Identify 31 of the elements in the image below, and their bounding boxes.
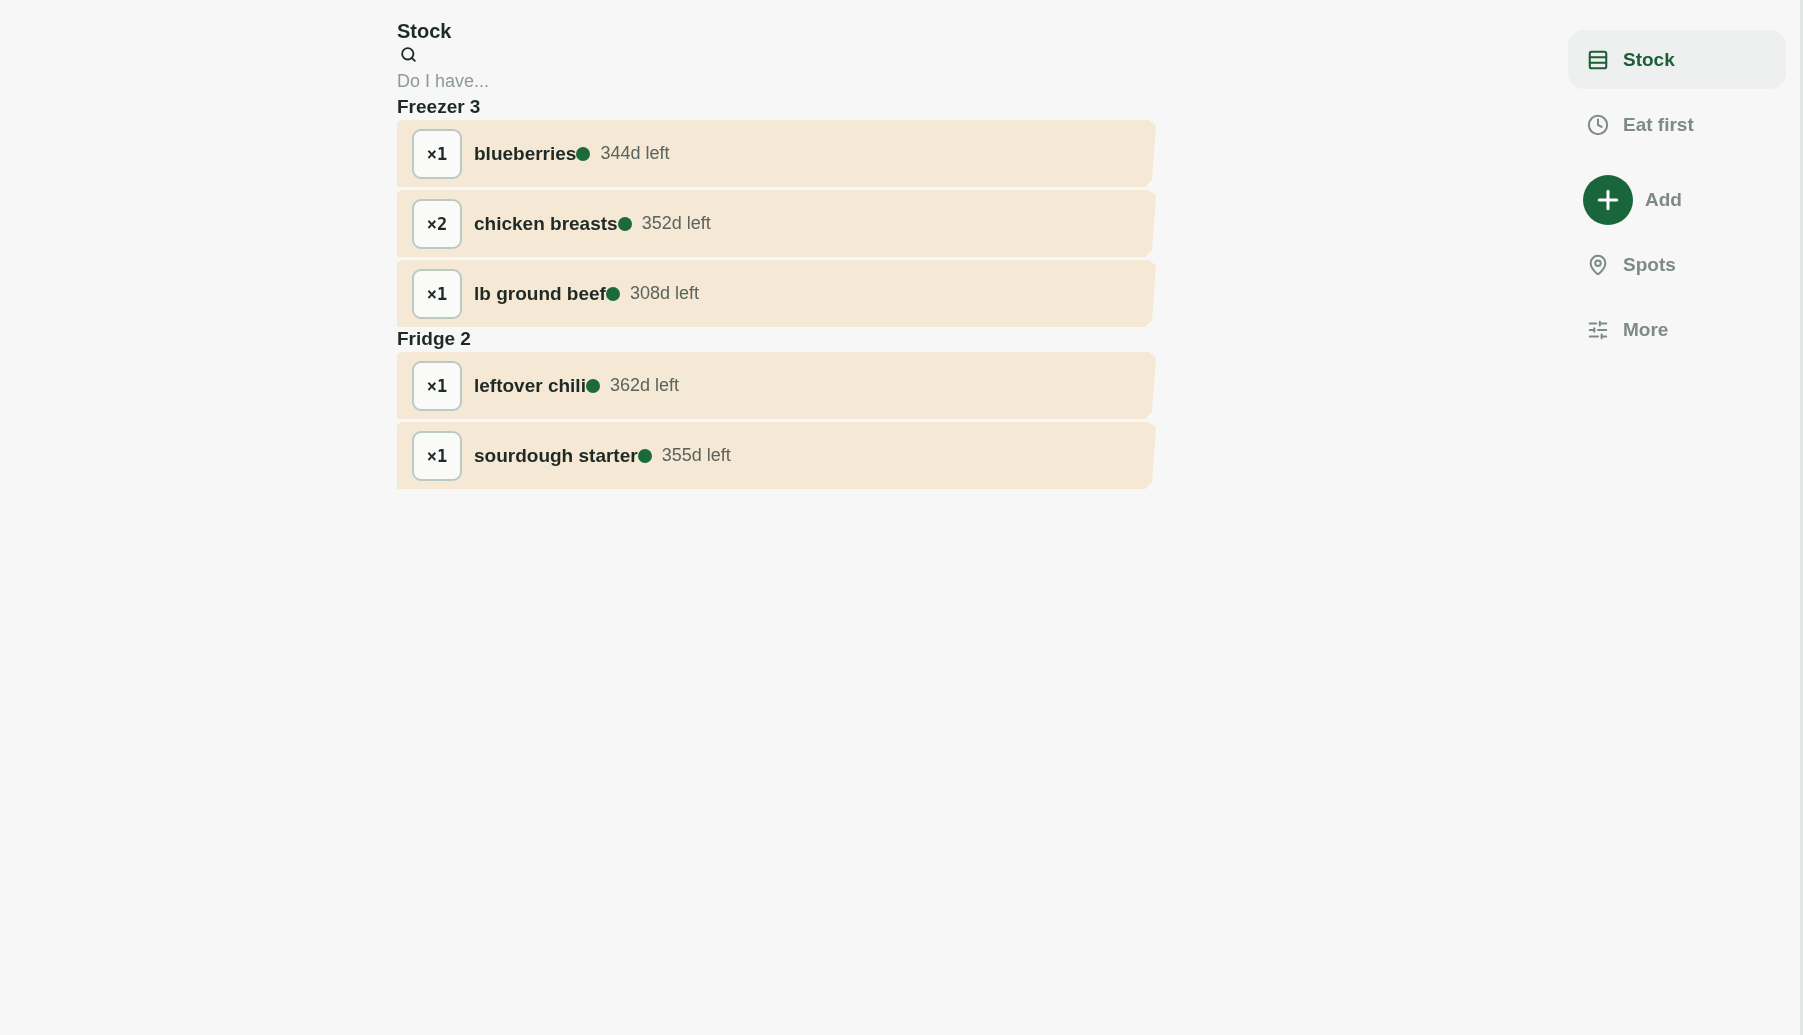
days-left: 355d left (661, 445, 731, 466)
item-name: chicken breasts (474, 212, 618, 235)
quantity-count: ×1 (412, 128, 462, 179)
quantity-count: ×1 (412, 360, 462, 411)
food-item-card[interactable]: ×1 sourdough starter 355d left (397, 422, 1156, 489)
days-left: 344d left (600, 143, 670, 164)
quantity-count: ×1 (412, 268, 462, 319)
search-field[interactable]: Do I have... (397, 70, 697, 92)
item-name: blueberries (474, 142, 577, 165)
food-item-card[interactable]: ×1 leftover chili 362d left (397, 352, 1156, 419)
sliders-icon (1587, 318, 1609, 341)
map-pin-icon (1587, 253, 1609, 276)
days-left: 352d left (641, 213, 711, 234)
food-item-card[interactable]: ×1 lb ground beef 308d left (397, 260, 1156, 327)
item-name: leftover chili (474, 374, 586, 397)
quantity-count: ×2 (412, 198, 462, 249)
plus-icon (1583, 175, 1633, 225)
nav-item[interactable]: Stock (1568, 30, 1786, 89)
table-icon (1587, 48, 1609, 71)
clock-icon (1587, 113, 1609, 136)
page-title: Stock (397, 19, 452, 43)
days-left: 362d left (609, 375, 679, 396)
food-item-card[interactable]: ×1 blueberries 344d left (397, 120, 1156, 187)
location-heading: Freezer 3 (397, 96, 481, 118)
days-left: 308d left (629, 283, 699, 304)
item-name: lb ground beef (474, 282, 606, 305)
search-icon (400, 46, 417, 63)
food-item-card[interactable]: ×2 chicken breasts 352d left (397, 190, 1156, 257)
quantity-count: ×1 (412, 430, 462, 481)
location-heading: Fridge 2 (397, 328, 471, 350)
item-name: sourdough starter (474, 444, 638, 467)
